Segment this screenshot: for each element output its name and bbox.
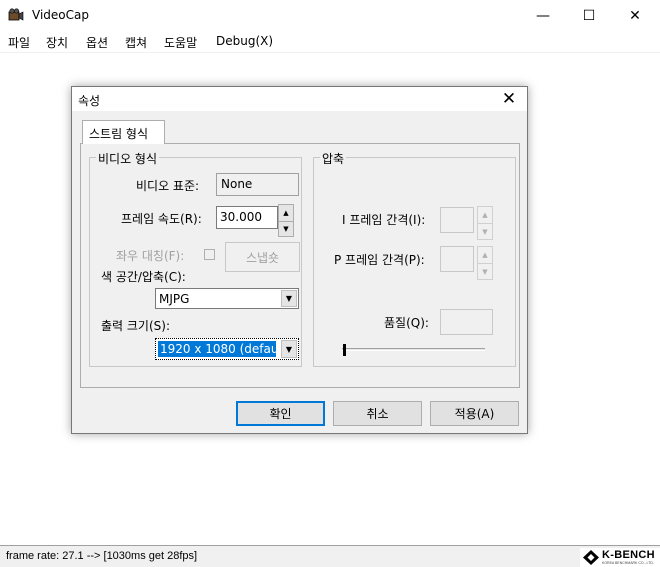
video-format-group: 비디오 형식 비디오 표준: None 프레임 속도(R): 30.000 ▲ … [89,150,302,367]
tab-panel: 비디오 형식 비디오 표준: None 프레임 속도(R): 30.000 ▲ … [80,143,520,388]
quality-input[interactable] [440,309,493,335]
compression-group: 압축 I 프레임 간격(I): ▲ ▼ P 프레임 간격(P): ▲ ▼ 품질(… [313,150,516,367]
app-title: VideoCap [32,8,89,22]
snapshot-button[interactable]: 스냅숏 [225,242,300,272]
tab-stream-format[interactable]: 스트림 형식 [82,120,165,144]
chevron-down-icon[interactable]: ▼ [281,340,297,358]
compression-title: 압축 [320,150,347,167]
video-format-title: 비디오 형식 [96,150,160,167]
close-icon: ✕ [629,7,641,24]
spin-up-icon[interactable]: ▲ [279,205,293,221]
video-standard-value: None [221,177,253,191]
framerate-label: 프레임 속도(R): [121,212,202,226]
framerate-spinner[interactable]: ▲ ▼ [278,204,294,237]
framerate-input[interactable]: 30.000 [216,206,278,229]
close-icon: ✕ [501,89,517,109]
ok-button[interactable]: 확인 [236,401,325,426]
flip-checkbox[interactable] [204,249,215,260]
snapshot-button-label: 스냅숏 [245,250,280,265]
dialog-close-button[interactable]: ✕ [497,88,521,110]
logo-text: K-BENCH [602,549,655,561]
logo-subtext: KOREA BENCHMARK CO., LTD. [602,561,654,565]
flip-label: 좌우 대칭(F): [116,249,185,263]
menu-capture[interactable]: 캡쳐 [125,34,147,51]
colorspace-label: 색 공간/압축(C): [101,270,186,284]
spin-up-icon[interactable]: ▲ [478,207,492,223]
quality-slider-thumb[interactable] [343,344,346,356]
status-text: frame rate: 27.1 --> [1030ms get 28fps] [6,550,198,562]
menu-options[interactable]: 옵션 [86,34,108,51]
menu-device[interactable]: 장치 [46,34,68,51]
pframe-interval-spinner[interactable]: ▲ ▼ [477,246,493,280]
ok-button-label: 확인 [269,407,292,421]
spin-down-icon[interactable]: ▼ [478,263,492,279]
camera-icon [8,8,24,21]
spin-down-icon[interactable]: ▼ [478,223,492,239]
output-size-value: 1920 x 1080 (default) [158,341,276,357]
chevron-down-icon[interactable]: ▼ [281,290,297,307]
iframe-interval-spinner[interactable]: ▲ ▼ [477,206,493,240]
menu-help[interactable]: 도움말 [164,34,197,51]
iframe-interval-label: I 프레임 간격(I): [342,213,426,227]
maximize-icon: ☐ [582,7,596,24]
menu-bar: 파일 장치 옵션 캡쳐 도움말 Debug(X) [0,31,660,53]
app-titlebar[interactable]: VideoCap — ☐ ✕ [0,0,660,31]
kbench-logo-icon [583,550,599,565]
minimize-icon: — [536,7,550,24]
status-bar: frame rate: 27.1 --> [1030ms get 28fps] … [0,545,660,567]
framerate-value: 30.000 [220,210,262,224]
tab-label: 스트림 형식 [89,127,149,141]
video-standard-label: 비디오 표준: [136,179,200,193]
spin-down-icon[interactable]: ▼ [279,220,293,237]
cancel-button[interactable]: 취소 [333,401,422,426]
video-standard-field: None [216,173,299,196]
output-size-select[interactable]: 1920 x 1080 (default) ▼ [155,338,299,360]
apply-button[interactable]: 적용(A) [430,401,519,426]
dialog-titlebar[interactable]: 속성 ✕ [72,87,527,111]
maximize-button[interactable]: ☐ [566,0,612,31]
cancel-button-label: 취소 [366,407,389,421]
output-size-label: 출력 크기(S): [101,319,170,333]
menu-debug[interactable]: Debug(X) [216,34,273,48]
colorspace-value: MJPG [159,292,190,306]
colorspace-select[interactable]: MJPG ▼ [155,288,299,309]
iframe-interval-input[interactable] [440,207,474,233]
dialog-title: 속성 [78,94,101,108]
properties-dialog: 속성 ✕ 스트림 형식 비디오 형식 비디오 표준: None 프레임 속도(R… [71,86,528,434]
spin-up-icon[interactable]: ▲ [478,247,492,263]
pframe-interval-label: P 프레임 간격(P): [334,253,425,267]
apply-button-label: 적용(A) [454,407,495,421]
quality-slider-track [342,348,485,351]
kbench-logo: K-BENCH KOREA BENCHMARK CO., LTD. [580,548,660,567]
minimize-button[interactable]: — [520,0,566,31]
pframe-interval-input[interactable] [440,246,474,272]
quality-label: 품질(Q): [384,316,429,330]
close-button[interactable]: ✕ [612,0,658,31]
menu-file[interactable]: 파일 [8,34,30,51]
